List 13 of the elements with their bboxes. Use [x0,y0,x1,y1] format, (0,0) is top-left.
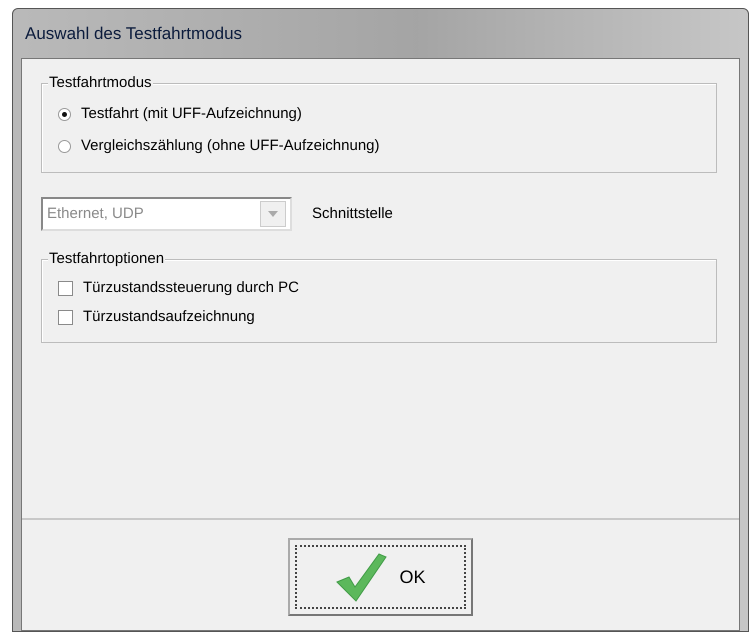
checkbox[interactable] [58,281,73,296]
radio-button[interactable] [58,140,71,152]
window-title: Auswahl des Testfahrtmodus [24,22,244,45]
radio-label[interactable]: Testfahrt (mit UFF-Aufzeichnung) [81,102,302,126]
radio-button[interactable] [58,108,71,120]
checkbox-label[interactable]: Türzustandssteuerung durch PC [83,277,299,300]
checkbox-label[interactable]: Türzustandsaufzeichnung [83,306,255,329]
radio-label[interactable]: Vergleichszählung (ohne UFF-Aufzeichnung) [81,134,380,158]
ok-button[interactable]: OK [288,538,473,616]
interface-label: Schnittstelle [312,204,393,224]
group-title: Testfahrtoptionen [48,250,166,268]
checkbox[interactable] [58,310,73,325]
checkmark-icon [335,551,388,603]
